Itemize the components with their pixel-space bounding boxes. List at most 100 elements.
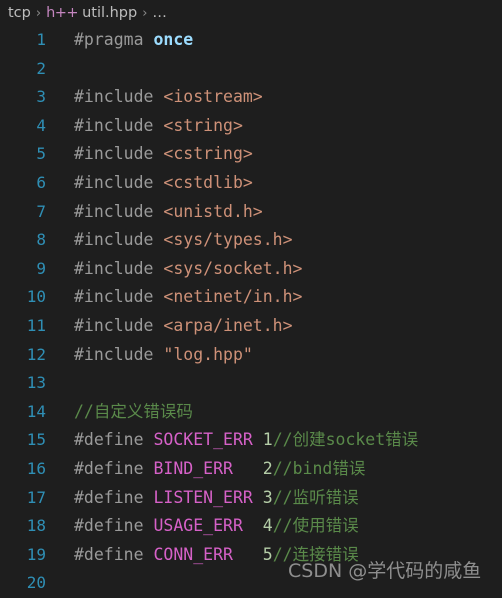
code-line[interactable]: 7 #include <unistd.h> [0, 198, 502, 227]
breadcrumb-separator-icon: › [35, 5, 42, 21]
code-token-str: <netinet/in.h> [163, 287, 303, 307]
line-number: 18 [26, 516, 46, 536]
code-line-content[interactable]: #include <sys/types.h> [52, 226, 293, 255]
line-number: 16 [26, 458, 46, 478]
code-token-cmt: //连接错误 [272, 544, 359, 564]
line-number: 1 [36, 30, 46, 49]
code-editor[interactable]: 1 #pragma once 2 3 #include <iostream> 4 #incl… [0, 26, 502, 598]
line-number: 8 [36, 230, 46, 250]
code-line-content[interactable]: #include <cstdlib> [52, 169, 253, 198]
code-token-pre: #include [74, 87, 164, 107]
code-token-str: <sys/types.h> [163, 230, 293, 250]
line-number: 17 [26, 487, 46, 507]
code-token-pre: #include [74, 344, 164, 364]
code-token-pre [253, 430, 263, 449]
code-token-macro: BIND_ERR [153, 458, 233, 478]
code-line[interactable]: 3 #include <iostream> [0, 83, 502, 112]
code-line[interactable]: 20 [0, 569, 502, 598]
code-line-content[interactable]: #define LISTEN_ERR 3//监听错误 [52, 484, 359, 513]
code-line-content[interactable]: #define USAGE_ERR 4//使用错误 [52, 512, 359, 541]
code-token-pre: #define [74, 430, 154, 450]
code-token-str: <sys/socket.h> [163, 258, 303, 278]
code-line[interactable]: 5 #include <cstring> [0, 140, 502, 169]
line-number: 12 [26, 344, 46, 364]
code-token-cmt: //bind错误 [272, 458, 366, 478]
code-token-pre [233, 459, 263, 478]
code-line-content[interactable]: #include "log.hpp" [52, 341, 253, 370]
code-token-cmt: //监听错误 [272, 487, 359, 507]
line-number: 3 [36, 87, 46, 107]
code-token-macro: SOCKET_ERR [153, 430, 253, 450]
code-line[interactable]: 16 #define BIND_ERR 2//bind错误 [0, 455, 502, 484]
code-line[interactable]: 15 #define SOCKET_ERR 1//创建socket错误 [0, 426, 502, 455]
line-number: 6 [36, 172, 46, 192]
code-token-pre: #include [74, 287, 164, 307]
code-line[interactable]: 8 #include <sys/types.h> [0, 226, 502, 255]
code-line-content[interactable]: #define CONN_ERR 5//连接错误 [52, 541, 359, 570]
code-token-pre: #define [74, 487, 154, 507]
breadcrumb-item-folder[interactable]: tcp [8, 5, 31, 21]
code-line[interactable]: 19 #define CONN_ERR 5//连接错误 [0, 541, 502, 570]
code-line-content[interactable]: #include <netinet/in.h> [52, 283, 302, 312]
code-token-str: <string> [163, 115, 243, 135]
code-token-pre: #define [74, 516, 154, 536]
code-line[interactable]: 2 [0, 55, 502, 84]
code-token-pre [233, 545, 263, 564]
breadcrumb-separator-icon: › [142, 5, 148, 21]
code-token-macro: USAGE_ERR [153, 516, 243, 536]
code-line[interactable]: 18 #define USAGE_ERR 4//使用错误 [0, 512, 502, 541]
code-token-str: "log.hpp" [163, 344, 253, 364]
code-token-kw: once [153, 30, 194, 49]
code-token-pre: #include [74, 201, 164, 221]
code-line-content[interactable]: //自定义错误码 [52, 398, 193, 427]
code-token-num: 2 [262, 458, 273, 478]
code-token-str: <cstring> [163, 144, 253, 164]
code-token-num: 1 [262, 430, 273, 450]
code-line[interactable]: 4 #include <string> [0, 112, 502, 141]
code-line[interactable]: 6 #include <cstdlib> [0, 169, 502, 198]
line-number: 14 [26, 401, 46, 421]
code-line-content[interactable]: #define BIND_ERR 2//bind错误 [52, 455, 365, 484]
code-line-content[interactable]: #include <arpa/inet.h> [52, 312, 293, 341]
breadcrumb[interactable]: tcp › h++ util.hpp › … [0, 0, 502, 26]
code-line[interactable]: 12 #include "log.hpp" [0, 341, 502, 370]
code-token-pre [243, 516, 263, 535]
code-token-pre: #define [74, 544, 154, 564]
code-line[interactable]: 1 #pragma once [0, 26, 502, 55]
code-line[interactable]: 13 [0, 369, 502, 398]
code-token-pre: #include [74, 315, 164, 335]
code-token-str: <unistd.h> [163, 201, 263, 221]
code-line[interactable]: 10 #include <netinet/in.h> [0, 283, 502, 312]
line-number: 20 [26, 573, 46, 593]
cpp-header-file-icon: h++ [46, 5, 79, 21]
code-line[interactable]: 14 //自定义错误码 [0, 398, 502, 427]
code-token-str: <arpa/inet.h> [163, 315, 293, 335]
breadcrumb-overflow-symbols[interactable]: … [152, 5, 168, 21]
breadcrumb-item-file[interactable]: util.hpp [82, 5, 137, 21]
code-line-content[interactable]: #define SOCKET_ERR 1//创建socket错误 [52, 426, 418, 455]
code-line[interactable]: 9 #include <sys/socket.h> [0, 255, 502, 284]
code-line-content[interactable]: #include <cstring> [52, 140, 253, 169]
code-token-num: 4 [262, 516, 273, 536]
code-token-num: 3 [262, 487, 273, 507]
code-token-num: 5 [262, 544, 273, 564]
line-number: 15 [26, 430, 46, 450]
code-line-content[interactable]: #include <unistd.h> [52, 198, 263, 227]
line-number: 9 [36, 258, 46, 278]
code-token-cmt: //自定义错误码 [74, 401, 193, 421]
code-line[interactable]: 17 #define LISTEN_ERR 3//监听错误 [0, 484, 502, 513]
line-number: 13 [26, 373, 46, 393]
code-line-content[interactable]: #include <sys/socket.h> [52, 255, 302, 284]
code-token-pre [253, 488, 263, 507]
line-number: 19 [26, 544, 46, 564]
code-token-pre: #define [74, 458, 154, 478]
code-token-pre: #include [74, 115, 164, 135]
code-line[interactable]: 11 #include <arpa/inet.h> [0, 312, 502, 341]
code-line-content[interactable]: #include <iostream> [52, 83, 263, 112]
line-number: 10 [26, 287, 46, 307]
code-line-content[interactable]: #include <string> [52, 112, 243, 141]
code-token-macro: LISTEN_ERR [153, 487, 253, 507]
line-number: 4 [36, 115, 46, 135]
code-line-content[interactable]: #pragma once [52, 26, 193, 55]
line-number: 7 [36, 201, 46, 221]
